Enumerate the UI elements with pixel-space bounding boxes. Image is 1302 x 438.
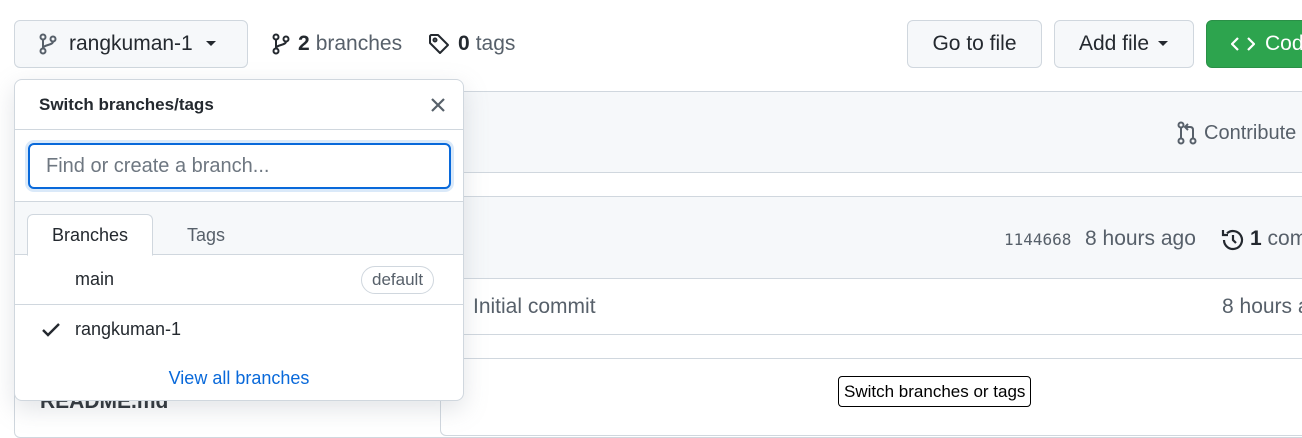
branch-item-name: rangkuman-1	[75, 319, 182, 339]
commits-link[interactable]: 1 commit	[1250, 227, 1302, 251]
commit-sha[interactable]: 1144668	[1004, 230, 1071, 249]
git-branch-icon	[272, 33, 290, 55]
tags-link[interactable]: 0 tags	[428, 30, 515, 58]
commits-count: 1	[1250, 227, 1262, 250]
code-button[interactable]: Code	[1206, 20, 1302, 68]
close-icon[interactable]	[429, 96, 447, 114]
dropdown-title: Switch branches/tags	[39, 95, 214, 114]
branch-item-name: main	[75, 269, 115, 289]
contribute-banner	[440, 91, 1302, 173]
contribute-label: Contribute	[1204, 121, 1297, 144]
go-to-file-button[interactable]: Go to file	[907, 20, 1042, 68]
branch-filter-input[interactable]	[28, 143, 451, 189]
tag-icon	[428, 33, 450, 55]
default-badge: default	[361, 266, 435, 294]
branch-item-main[interactable]: main default	[15, 255, 463, 305]
branches-count: 2	[298, 32, 310, 55]
branch-select-label: rangkuman-1	[69, 32, 193, 55]
caret-down-icon	[205, 40, 217, 48]
branches-link[interactable]: 2 branches	[272, 30, 402, 58]
branch-item-rangkuman-1[interactable]: rangkuman-1	[15, 305, 463, 355]
commits-label: commit	[1267, 227, 1302, 250]
go-to-file-label: Go to file	[932, 32, 1017, 55]
branches-label: branches	[315, 32, 403, 55]
git-branch-icon	[39, 33, 57, 55]
tags-count: 0	[458, 32, 470, 55]
tab-tags[interactable]: Tags	[163, 214, 249, 256]
check-icon	[41, 322, 61, 338]
code-icon	[1231, 36, 1255, 52]
contribute-button[interactable]: Contribute	[1176, 121, 1296, 145]
latest-commit-bar: 1144668 8 hours ago 1 commit	[441, 197, 1302, 279]
commit-time: 8 hours ago	[1085, 227, 1196, 250]
add-file-button[interactable]: Add file	[1054, 20, 1194, 68]
branch-select-button[interactable]: rangkuman-1	[14, 20, 248, 68]
tab-branches[interactable]: Branches	[27, 214, 154, 256]
code-label: Code	[1265, 32, 1302, 55]
dropdown-header: Switch branches/tags	[15, 80, 463, 130]
file-commit-message[interactable]: Initial commit	[473, 295, 596, 319]
add-file-label: Add file	[1078, 32, 1150, 55]
caret-down-icon	[1157, 40, 1169, 48]
branch-switcher-dropdown: Switch branches/tags Branches Tags main …	[14, 79, 464, 401]
dropdown-footer: View all branches	[15, 355, 463, 400]
view-all-branches-link[interactable]: View all branches	[169, 368, 310, 389]
git-pull-request-icon	[1176, 121, 1198, 145]
file-row[interactable]: Initial commit 8 hours ago	[441, 279, 1302, 335]
dropdown-tabs: Branches Tags	[15, 202, 463, 256]
file-commit-age: 8 hours ago	[1222, 295, 1302, 318]
dropdown-filter	[15, 130, 463, 202]
history-icon	[1220, 227, 1246, 253]
tooltip: Switch branches or tags	[838, 376, 1032, 407]
tags-label: tags	[475, 32, 516, 55]
